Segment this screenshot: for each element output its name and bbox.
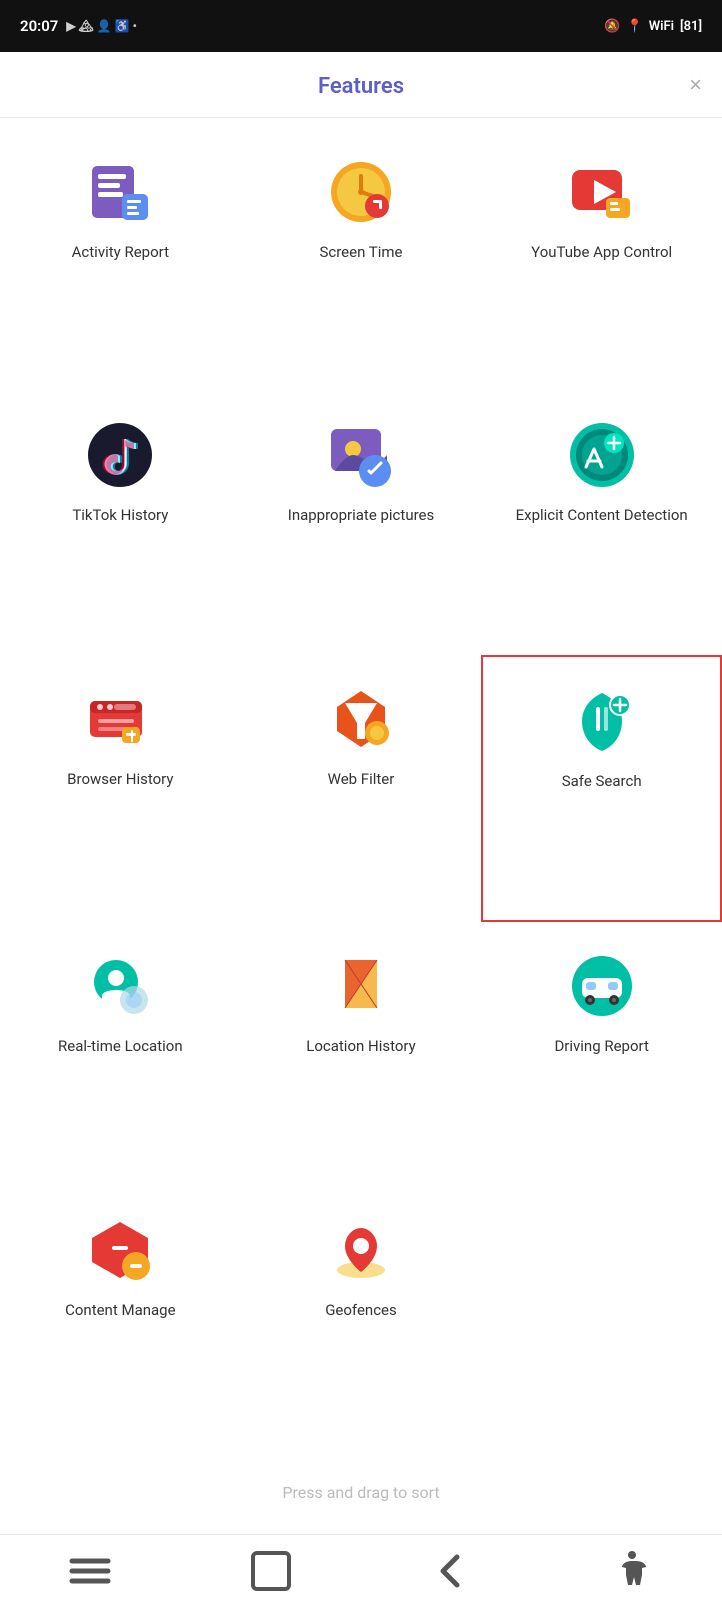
close-button[interactable]: × bbox=[689, 74, 702, 96]
feature-item-browser-history[interactable]: Browser History bbox=[0, 655, 241, 922]
features-grid: Activity Report Screen Time YouTube App … bbox=[0, 118, 722, 1459]
browser-history-icon bbox=[84, 683, 156, 755]
inappropriate-pictures-icon bbox=[325, 419, 397, 491]
mute-icon: 🔕 bbox=[604, 19, 620, 34]
safe-search-icon bbox=[566, 685, 638, 757]
inappropriate-pictures-label: Inappropriate pictures bbox=[288, 505, 435, 526]
status-left: 20:07 ▶ 🏔 👤 ♿ • bbox=[20, 17, 137, 35]
tiktok-history-icon bbox=[84, 419, 156, 491]
activity-report-label: Activity Report bbox=[72, 242, 169, 263]
feature-item-screen-time[interactable]: Screen Time bbox=[241, 128, 482, 391]
page-title: Features bbox=[318, 74, 404, 99]
realtime-location-icon bbox=[84, 950, 156, 1022]
content-manage-label: Content Manage bbox=[65, 1300, 175, 1321]
feature-item-explicit-content-detection[interactable]: Explicit Content Detection bbox=[481, 391, 722, 654]
status-right: 🔕 📍 WiFi [81] bbox=[604, 19, 702, 34]
explicit-content-detection-label: Explicit Content Detection bbox=[516, 505, 688, 526]
wifi-icon: WiFi bbox=[649, 19, 674, 34]
geofences-icon bbox=[325, 1214, 397, 1286]
location-icon: 📍 bbox=[627, 19, 643, 34]
feature-item-inappropriate-pictures[interactable]: Inappropriate pictures bbox=[241, 391, 482, 654]
feature-item-tiktok-history[interactable]: TikTok History bbox=[0, 391, 241, 654]
driving-report-label: Driving Report bbox=[554, 1036, 648, 1057]
feature-item-content-manage[interactable]: Content Manage bbox=[0, 1186, 241, 1449]
battery-icon: [81] bbox=[680, 19, 702, 34]
nav-back[interactable] bbox=[427, 1547, 475, 1595]
youtube-app-control-icon bbox=[566, 156, 638, 228]
screen-time-icon bbox=[325, 156, 397, 228]
nav-menu[interactable] bbox=[66, 1547, 114, 1595]
safe-search-label: Safe Search bbox=[562, 771, 642, 792]
web-filter-icon bbox=[325, 683, 397, 755]
location-history-label: Location History bbox=[306, 1036, 415, 1057]
feature-item-geofences[interactable]: Geofences bbox=[241, 1186, 482, 1449]
feature-item-driving-report[interactable]: Driving Report bbox=[481, 922, 722, 1185]
driving-report-icon bbox=[566, 950, 638, 1022]
content-manage-icon bbox=[84, 1214, 156, 1286]
feature-item-activity-report[interactable]: Activity Report bbox=[0, 128, 241, 391]
status-icons: ▶ 🏔 👤 ♿ • bbox=[66, 19, 137, 33]
status-bar: 20:07 ▶ 🏔 👤 ♿ • 🔕 📍 WiFi [81] bbox=[0, 0, 722, 52]
nav-accessibility[interactable] bbox=[608, 1547, 656, 1595]
web-filter-label: Web Filter bbox=[328, 769, 395, 790]
activity-report-icon bbox=[84, 156, 156, 228]
drag-hint: Press and drag to sort bbox=[0, 1459, 722, 1534]
screen-time-label: Screen Time bbox=[319, 242, 402, 263]
youtube-app-control-label: YouTube App Control bbox=[531, 242, 672, 263]
feature-item-safe-search[interactable]: Safe Search bbox=[481, 655, 722, 922]
main-content: Features × Activity Report Screen Time bbox=[0, 52, 722, 1534]
geofences-label: Geofences bbox=[325, 1300, 397, 1321]
location-history-icon bbox=[325, 950, 397, 1022]
realtime-location-label: Real-time Location bbox=[58, 1036, 183, 1057]
browser-history-label: Browser History bbox=[67, 769, 173, 790]
header: Features × bbox=[0, 52, 722, 118]
status-time: 20:07 bbox=[20, 17, 58, 35]
feature-item-location-history[interactable]: Location History bbox=[241, 922, 482, 1185]
feature-item-youtube-app-control[interactable]: YouTube App Control bbox=[481, 128, 722, 391]
nav-home[interactable] bbox=[247, 1547, 295, 1595]
feature-item-realtime-location[interactable]: Real-time Location bbox=[0, 922, 241, 1185]
explicit-content-detection-icon bbox=[566, 419, 638, 491]
tiktok-history-label: TikTok History bbox=[72, 505, 168, 526]
bottom-nav bbox=[0, 1534, 722, 1606]
feature-item-web-filter[interactable]: Web Filter bbox=[241, 655, 482, 922]
